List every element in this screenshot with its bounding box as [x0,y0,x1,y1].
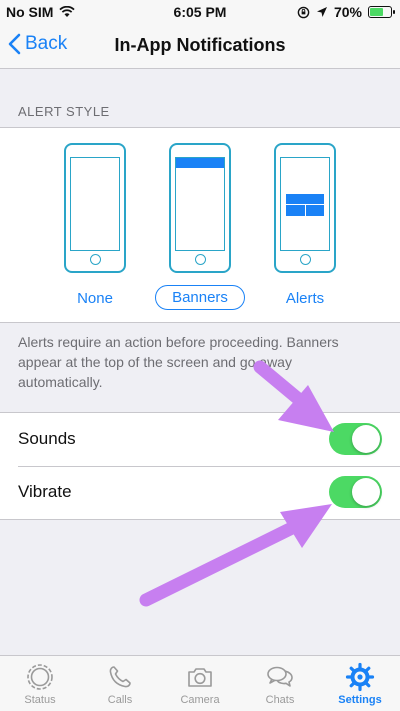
tab-status[interactable]: Status [0,656,80,711]
sounds-switch[interactable] [329,423,382,455]
status-icon [27,664,53,690]
home-button-graphic [89,254,101,265]
tab-chats-label: Chats [265,694,295,706]
alert-style-alerts-option[interactable] [274,143,336,273]
alert-dialog-graphic [286,194,324,216]
vibrate-label: Vibrate [18,482,72,501]
battery-icon [368,6,395,18]
page-title: In-App Notifications [114,35,286,55]
orientation-lock-icon [297,6,310,18]
switch-knob [352,478,380,506]
alert-style-panel: None Banners Alerts [0,127,400,323]
home-button-graphic [194,254,206,265]
chats-icon [267,666,293,687]
alert-style-none-option[interactable] [64,143,126,273]
navigation-bar: Back In-App Notifications [0,24,400,69]
tab-status-label: Status [24,694,56,706]
alert-style-alerts-label[interactable]: Alerts [260,290,350,307]
vibrate-switch[interactable] [329,476,382,508]
tab-camera[interactable]: Camera [160,656,240,711]
tab-chats[interactable]: Chats [240,656,320,711]
alert-style-banners-label[interactable]: Banners [155,285,245,310]
tab-calls[interactable]: Calls [80,656,160,711]
tab-settings-label: Settings [338,694,382,706]
alert-style-description: Alerts require an action before proceedi… [18,334,339,390]
gear-icon [345,662,375,692]
tab-calls-label: Calls [107,694,133,706]
phone-screen [280,157,330,251]
alert-style-header: ALERT STYLE [18,104,110,119]
alert-style-none-label[interactable]: None [50,290,140,307]
toggle-group: Sounds Vibrate [0,412,400,520]
tab-bar: Status Calls Camera Chats Settings [0,655,400,711]
phone-icon [109,666,131,688]
home-button-graphic [299,254,311,265]
banner-graphic [176,158,224,168]
vibrate-row: Vibrate [0,466,400,519]
status-bar: No SIM 6:05 PM 70% [0,0,400,24]
tab-camera-label: Camera [180,694,220,706]
location-icon [316,7,327,17]
camera-icon [188,668,212,687]
battery-percent: 70% [333,4,362,20]
alert-style-banners-option[interactable] [169,143,231,273]
phone-screen [175,157,225,251]
sounds-label: Sounds [18,429,76,448]
tab-settings[interactable]: Settings [320,656,400,711]
switch-knob [352,425,380,453]
sounds-row: Sounds [0,413,400,466]
phone-screen [70,157,120,251]
